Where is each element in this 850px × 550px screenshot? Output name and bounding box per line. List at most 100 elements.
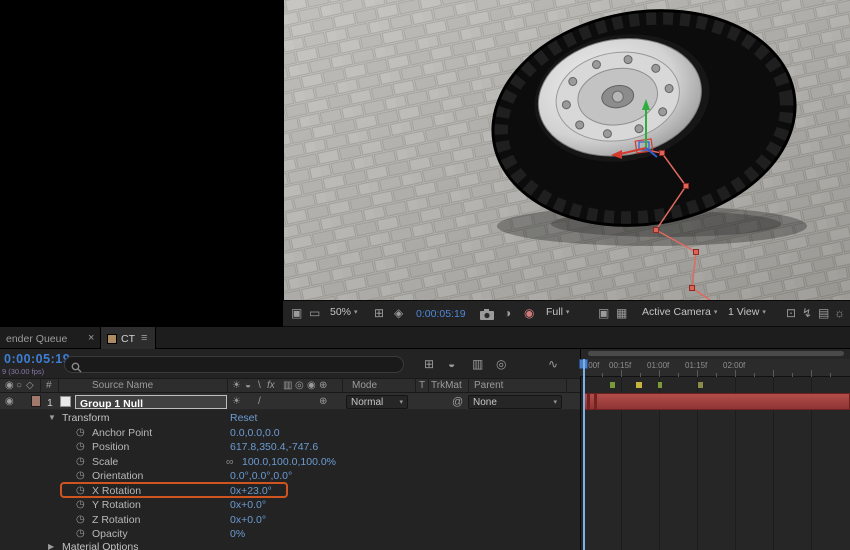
reset-link[interactable]: Reset: [230, 413, 257, 424]
stopwatch-icon[interactable]: ◷: [76, 471, 85, 481]
property-value-anchor-point[interactable]: 0.0,0.0,0.0: [230, 428, 280, 439]
always-preview-icon[interactable]: ▣: [291, 307, 302, 319]
time-navigator-bar[interactable]: [588, 351, 844, 356]
fast-previews-icon[interactable]: ↯: [802, 307, 812, 319]
composition-viewport[interactable]: [283, 0, 850, 300]
shy-icon[interactable]: ◒: [448, 358, 455, 370]
3d-layer-icon: ⊕: [319, 381, 327, 391]
pixel-aspect-icon[interactable]: ⊡: [786, 307, 796, 319]
transparency-grid-icon[interactable]: ▦: [616, 307, 627, 319]
stopwatch-icon[interactable]: ◷: [76, 529, 85, 539]
tab-menu-icon[interactable]: ≡: [141, 333, 147, 344]
layer-label-swatch[interactable]: [31, 395, 41, 407]
lock-icon[interactable]: ◇: [26, 381, 34, 391]
stopwatch-icon[interactable]: ◷: [76, 500, 85, 510]
column-t: T: [419, 381, 425, 391]
frame-rate-label: 9 (30.00 fps): [2, 367, 44, 376]
property-name-opacity[interactable]: Opacity: [92, 529, 128, 540]
close-icon[interactable]: ×: [88, 333, 94, 344]
column-divider: [40, 378, 41, 393]
current-time-indicator[interactable]: [583, 359, 585, 550]
property-name-scale[interactable]: Scale: [92, 457, 118, 468]
screen-icon[interactable]: ▭: [309, 307, 320, 319]
search-input[interactable]: [64, 356, 404, 373]
property-value-scale[interactable]: 100.0,100.0,100.0%: [242, 457, 336, 468]
column-trkmat[interactable]: TrkMat: [431, 381, 462, 391]
3d-layer-switch-icon[interactable]: ⊕: [319, 397, 327, 407]
grid-guides-icon[interactable]: ⊞: [374, 307, 384, 319]
comp-mini-flowchart-icon[interactable]: ⊞: [424, 358, 434, 370]
property-value-x-rotation[interactable]: 0x+23.0°: [230, 486, 272, 497]
resolution-dropdown[interactable]: Full ▾: [546, 307, 569, 318]
stopwatch-icon[interactable]: ◷: [76, 428, 85, 438]
null-layer-icon: [60, 396, 71, 407]
column-parent[interactable]: Parent: [474, 381, 503, 391]
exposure-icon[interactable]: ☼: [834, 307, 845, 319]
column-divider: [428, 378, 429, 393]
layer-duration-bar[interactable]: [583, 393, 850, 410]
current-time-display[interactable]: 0:00:05:19: [4, 352, 70, 366]
property-value-opacity[interactable]: 0%: [230, 529, 245, 540]
solo-icon[interactable]: ○: [16, 381, 22, 391]
tab-render-queue[interactable]: ender Queue: [6, 333, 67, 345]
3d-view-dropdown[interactable]: Active Camera ▾: [642, 307, 717, 318]
property-value-y-rotation[interactable]: 0x+0.0°: [230, 500, 266, 511]
property-value-z-rotation[interactable]: 0x+0.0°: [230, 515, 266, 526]
column-mode[interactable]: Mode: [352, 381, 377, 391]
property-name-position[interactable]: Position: [92, 442, 129, 453]
property-name-anchor-point[interactable]: Anchor Point: [92, 428, 152, 439]
snapshot-icon[interactable]: [480, 307, 494, 325]
ruler-tick: [621, 370, 622, 377]
quality-switch-icon[interactable]: /: [258, 397, 261, 407]
parent-dropdown[interactable]: None ▾: [468, 395, 562, 409]
column-source-name[interactable]: Source Name: [92, 381, 153, 391]
roi-icon[interactable]: ▣: [598, 307, 609, 319]
property-value-position[interactable]: 617.8,350.4,-747.6: [230, 442, 318, 453]
timeline-button-icon[interactable]: ▤: [818, 307, 829, 319]
stopwatch-icon[interactable]: ◷: [76, 457, 85, 467]
motion-blur-icon[interactable]: ◎: [496, 358, 506, 370]
constrain-proportions-icon[interactable]: ∞: [226, 457, 234, 468]
blend-mode-dropdown[interactable]: Normal ▾: [346, 395, 408, 409]
twirl-closed-icon[interactable]: ▶: [48, 543, 54, 550]
show-snapshot-icon[interactable]: ◑: [504, 307, 511, 319]
stopwatch-icon[interactable]: ◷: [76, 515, 85, 525]
column-divider: [227, 378, 228, 393]
collapse-transformations-icon: ☀: [232, 381, 241, 391]
view-layout-dropdown[interactable]: 1 View ▾: [728, 307, 766, 318]
mask-visibility-icon[interactable]: ◈: [394, 307, 403, 319]
property-name-y-rotation[interactable]: Y Rotation: [92, 500, 141, 511]
stopwatch-icon[interactable]: ◷: [76, 486, 85, 496]
frame-blending-icon[interactable]: ▥: [472, 358, 483, 370]
magnification-dropdown[interactable]: 50% ▾: [330, 307, 358, 318]
stopwatch-icon[interactable]: ◷: [76, 442, 85, 452]
twirl-open-icon[interactable]: ▼: [48, 414, 56, 422]
comp-color-swatch: [107, 334, 117, 344]
adjustment-layer-icon: ◉: [307, 381, 316, 391]
column-divider: [415, 378, 416, 393]
view-layout-value: 1 View: [728, 307, 759, 318]
channels-icon[interactable]: ◉: [524, 307, 534, 319]
comp-marker: [658, 382, 662, 388]
toolbar-timecode[interactable]: 0:00:05:19: [416, 308, 466, 320]
pickwhip-icon[interactable]: @: [452, 397, 463, 408]
comp-marker: [698, 382, 703, 388]
quality-icon: \: [258, 381, 261, 391]
layer-name-box[interactable]: Group 1 Null: [75, 395, 227, 409]
property-name-x-rotation[interactable]: X Rotation: [92, 486, 141, 497]
eye-icon[interactable]: ◉: [5, 381, 14, 391]
material-options-label[interactable]: Material Options: [62, 542, 138, 550]
transform-group-label[interactable]: Transform: [62, 413, 109, 424]
ruler-tick: [792, 373, 793, 377]
tab-comp-ct[interactable]: CT ≡: [100, 327, 156, 349]
property-value-orientation[interactable]: 0.0°,0.0°,0.0°: [230, 471, 292, 482]
property-name-orientation[interactable]: Orientation: [92, 471, 143, 482]
collapse-transformations-icon[interactable]: ☀: [232, 397, 241, 407]
eye-icon[interactable]: ◉: [5, 397, 14, 407]
ruler-label: :00f: [586, 362, 599, 370]
ruler-label: 02:00f: [723, 362, 745, 370]
graph-editor-icon[interactable]: ∿: [548, 358, 558, 370]
empty-viewer-area: [0, 0, 283, 327]
chevron-down-icon: ▾: [714, 309, 718, 316]
property-name-z-rotation[interactable]: Z Rotation: [92, 515, 140, 526]
